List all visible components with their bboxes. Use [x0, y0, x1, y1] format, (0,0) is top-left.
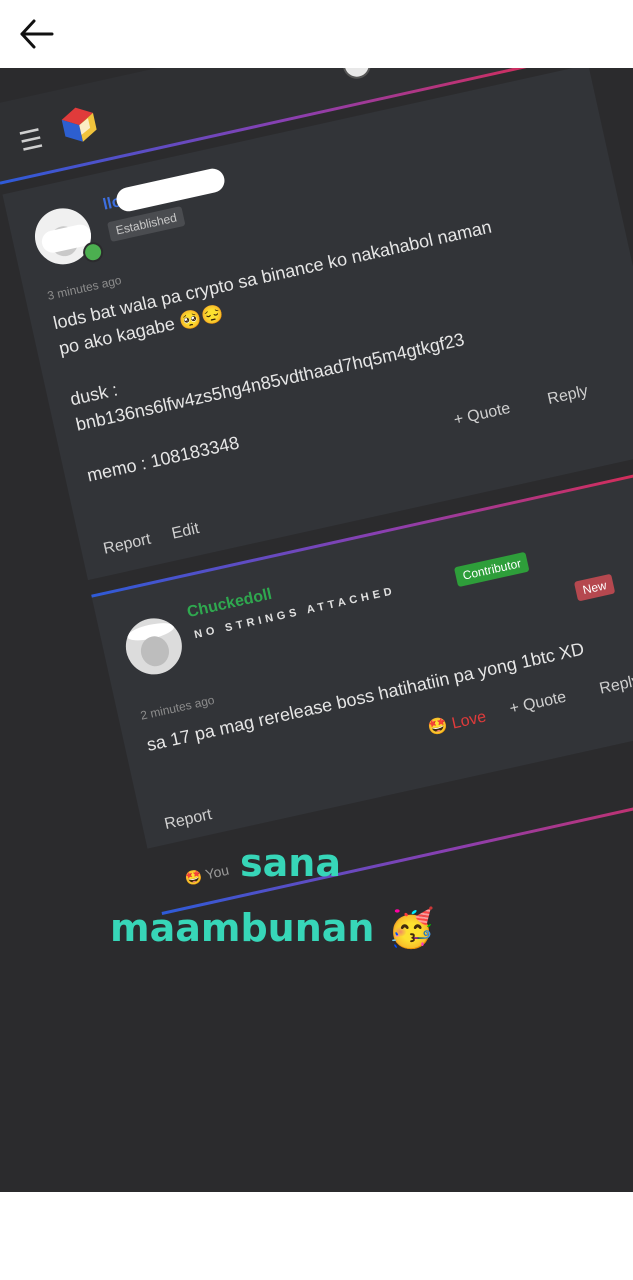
- avatar[interactable]: [120, 612, 188, 680]
- reply-button[interactable]: Reply: [598, 672, 633, 698]
- hamburger-icon[interactable]: ☰: [16, 123, 45, 157]
- image-viewer: ☰ llo Established 3 minutes ago lods bat…: [0, 68, 633, 1192]
- love-reaction[interactable]: 🤩 Love: [426, 706, 488, 738]
- reaction-summary[interactable]: 🤩 You: [183, 862, 230, 888]
- overlay-text-line-1: sana: [240, 841, 341, 885]
- top-bar: [0, 0, 633, 68]
- quote-button[interactable]: + Quote: [508, 689, 568, 719]
- avatar-icon[interactable]: [340, 68, 374, 82]
- redaction-scribble: [114, 166, 227, 214]
- overlay-text-line-2: maambunan 🥳: [110, 906, 436, 950]
- rank-badge: Contributor: [453, 551, 530, 588]
- new-badge: New: [573, 573, 616, 602]
- bottom-bar: [0, 1192, 633, 1280]
- reply-button[interactable]: Reply: [546, 383, 590, 409]
- photographed-phone-screen: ☰ llo Established 3 minutes ago lods bat…: [0, 68, 633, 927]
- edit-button[interactable]: Edit: [170, 520, 201, 544]
- arrow-left-icon[interactable]: [14, 14, 58, 54]
- report-button[interactable]: Report: [163, 806, 214, 834]
- cube-logo-icon[interactable]: [55, 100, 103, 148]
- report-button[interactable]: Report: [102, 531, 153, 559]
